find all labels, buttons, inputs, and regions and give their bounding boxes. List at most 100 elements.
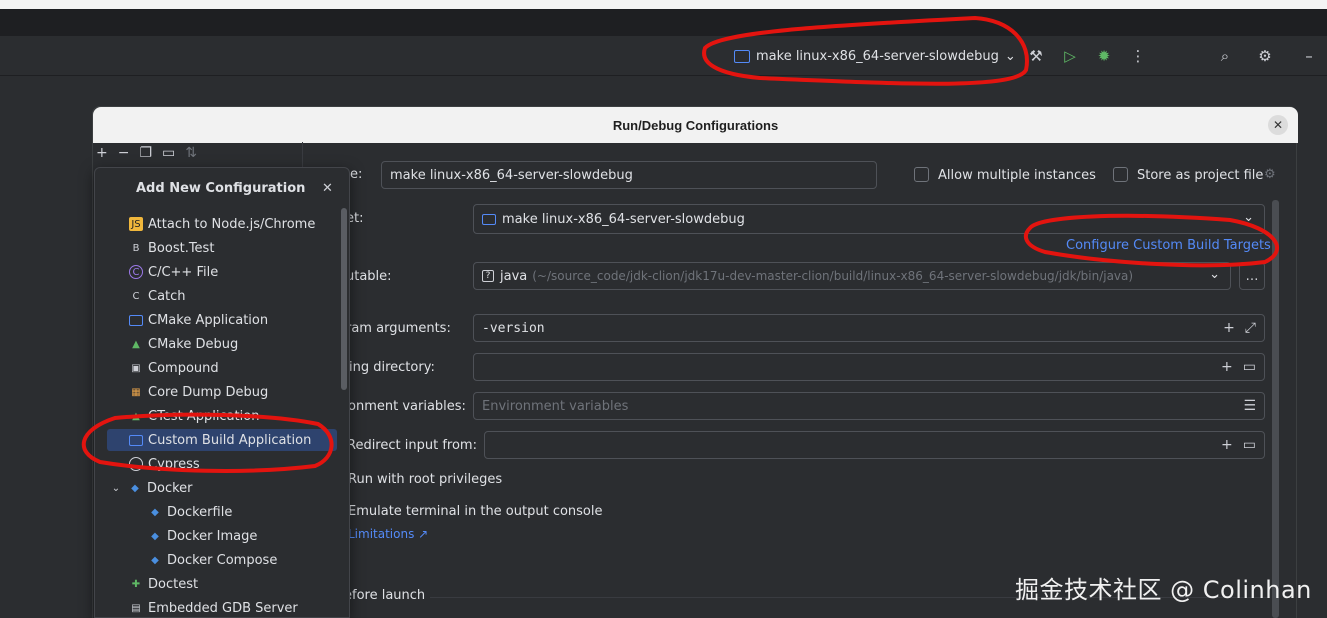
name-input[interactable]: make linux-x86_64-server-slowdebug xyxy=(381,161,877,189)
minimize-icon[interactable]: – xyxy=(1299,46,1319,66)
list-edit-icon[interactable]: ☰ xyxy=(1243,398,1256,414)
add-icon[interactable]: + xyxy=(1221,437,1233,453)
top-strip xyxy=(0,0,1327,9)
list-item-label: CMake Application xyxy=(148,312,269,328)
store-project-label: Store as project file xyxy=(1137,168,1264,183)
list-item-custom-build-app[interactable]: Custom Build Application xyxy=(107,429,337,451)
configure-build-targets-link[interactable]: Configure Custom Build Targets xyxy=(1066,238,1271,253)
list-item-label: Docker Compose xyxy=(167,552,278,568)
list-item-dockerfile[interactable]: ◆ Dockerfile xyxy=(148,501,378,523)
chevron-down-icon[interactable]: ⌄ xyxy=(109,481,123,495)
chevron-down-icon: ⌄ xyxy=(1004,48,1016,64)
name-label: e: xyxy=(350,167,363,182)
build-hammer-icon[interactable]: ⚒ xyxy=(1026,46,1046,66)
title-bar xyxy=(0,9,1327,36)
add-icon[interactable]: + xyxy=(1221,359,1233,375)
add-new-configuration-popup: Add New Configuration ✕ JS Attach to Node… xyxy=(94,167,350,618)
gear-icon[interactable]: ⚙ xyxy=(1264,167,1276,182)
list-item-embedded-gdb[interactable]: ▤ Embedded GDB Server xyxy=(129,597,359,618)
list-item-label: Compound xyxy=(148,360,219,376)
list-item-ctest[interactable]: ▲ CTest Application xyxy=(129,405,359,427)
dialog-title: Run/Debug Configurations xyxy=(93,107,1298,143)
program-args-value: -version xyxy=(482,320,545,336)
unknown-file-icon: ? xyxy=(482,270,494,282)
root-privileges-label[interactable]: Run with root privileges xyxy=(348,472,502,487)
list-item-core-dump[interactable]: ▦ Core Dump Debug xyxy=(129,381,359,403)
expand-icon[interactable]: ⤢ xyxy=(1245,320,1256,336)
allow-multiple-label: Allow multiple instances xyxy=(938,168,1096,183)
working-dir-label: ing directory: xyxy=(349,360,435,375)
run-config-label: make linux-x86_64-server-slowdebug xyxy=(756,48,999,64)
copy-icon[interactable]: ❐ xyxy=(139,145,152,161)
popup-title: Add New Configuration xyxy=(136,181,306,196)
name-value: make linux-x86_64-server-slowdebug xyxy=(390,167,633,183)
more-options-icon[interactable]: ⋮ xyxy=(1128,46,1148,66)
folder-icon[interactable]: ▭ xyxy=(1243,359,1256,375)
doctest-icon: ✚ xyxy=(131,578,141,590)
add-icon[interactable]: + xyxy=(1223,320,1235,336)
list-item-docker-image[interactable]: ◆ Docker Image xyxy=(148,525,378,547)
redirect-input-field[interactable]: + ▭ xyxy=(484,431,1265,459)
folder-icon[interactable]: ▭ xyxy=(162,145,175,161)
list-item-label: Docker Image xyxy=(167,528,258,544)
allow-multiple-checkbox[interactable] xyxy=(914,167,929,182)
list-item-compound[interactable]: ▣ Compound xyxy=(129,357,359,379)
program-args-input[interactable]: -version + ⤢ xyxy=(473,314,1265,342)
list-item-label: Core Dump Debug xyxy=(148,384,269,400)
list-item-catch[interactable]: C Catch xyxy=(129,285,359,307)
list-item-doctest[interactable]: ✚ Doctest xyxy=(129,573,359,595)
browse-button[interactable]: … xyxy=(1239,262,1265,290)
store-project-checkbox[interactable] xyxy=(1113,167,1128,182)
ctest-icon: ▲ xyxy=(132,410,140,422)
list-item-label: Attach to Node.js/Chrome xyxy=(148,216,316,232)
close-icon[interactable]: ✕ xyxy=(322,181,333,196)
sort-icon[interactable]: ⇅ xyxy=(185,145,197,161)
list-item-label: Boost.Test xyxy=(148,240,215,256)
emulate-terminal-label[interactable]: Emulate terminal in the output console xyxy=(348,504,603,519)
list-item-boost-test[interactable]: B Boost.Test xyxy=(129,237,359,259)
list-item-cmake-app[interactable]: CMake Application xyxy=(129,309,359,331)
chevron-down-icon: ⌄ xyxy=(1209,267,1220,282)
list-item-label: C/C++ File xyxy=(148,264,219,280)
search-icon[interactable]: ⌕ xyxy=(1215,46,1235,66)
form-scrollbar[interactable] xyxy=(1272,200,1279,618)
folder-icon[interactable]: ▭ xyxy=(1243,437,1256,453)
run-icon[interactable]: ▷ xyxy=(1060,46,1080,66)
close-icon[interactable]: ✕ xyxy=(1268,115,1288,135)
list-item-label: Doctest xyxy=(148,576,199,592)
settings-gear-icon[interactable]: ⚙ xyxy=(1255,46,1275,66)
target-config-icon xyxy=(482,213,496,225)
run-config-selector[interactable]: make linux-x86_64-server-slowdebug ⌄ xyxy=(728,43,1022,69)
executable-name: java xyxy=(500,268,528,284)
cpp-icon: C xyxy=(129,265,143,279)
env-vars-input[interactable]: Environment variables ☰ xyxy=(473,392,1265,420)
config-tree-toolbar: + − ❐ ▭ ⇅ xyxy=(96,145,197,161)
docker-icon: ◆ xyxy=(151,506,159,518)
list-item-cypress[interactable]: Cypress xyxy=(129,453,359,475)
docker-icon: ◆ xyxy=(151,554,159,566)
boost-icon: B xyxy=(132,242,140,254)
nodejs-icon: JS xyxy=(129,217,143,231)
catch-icon: C xyxy=(132,290,140,302)
env-vars-placeholder: Environment variables xyxy=(482,398,629,414)
list-item-docker-compose[interactable]: ◆ Docker Compose xyxy=(148,549,378,571)
list-item-label: Dockerfile xyxy=(167,504,233,520)
add-icon[interactable]: + xyxy=(96,145,108,161)
list-item-docker-group[interactable]: ⌄ ◆ Docker xyxy=(109,477,339,499)
remove-icon[interactable]: − xyxy=(118,145,130,161)
docker-icon: ◆ xyxy=(151,530,159,542)
list-item-cmake-debug[interactable]: ▲ CMake Debug xyxy=(129,333,359,355)
debug-bug-icon[interactable]: ✹ xyxy=(1094,46,1114,66)
core-dump-icon: ▦ xyxy=(131,386,141,398)
program-args-label: ram arguments: xyxy=(346,321,451,336)
executable-select[interactable]: ? java (~/source_code/jdk-clion/jdk17u-d… xyxy=(473,262,1231,290)
list-item-label: Embedded GDB Server xyxy=(148,600,298,616)
watermark: 掘金技术社区 @ Colinhan xyxy=(1015,576,1312,604)
working-dir-input[interactable]: + ▭ xyxy=(473,353,1265,381)
docker-icon: ◆ xyxy=(131,482,139,494)
application-icon xyxy=(129,314,143,326)
list-item-attach-node[interactable]: JS Attach to Node.js/Chrome xyxy=(129,213,359,235)
list-item-cpp-file[interactable]: C C/C++ File xyxy=(129,261,359,283)
target-select[interactable]: make linux-x86_64-server-slowdebug ⌄ xyxy=(473,204,1265,234)
chevron-down-icon: ⌄ xyxy=(1243,210,1254,225)
